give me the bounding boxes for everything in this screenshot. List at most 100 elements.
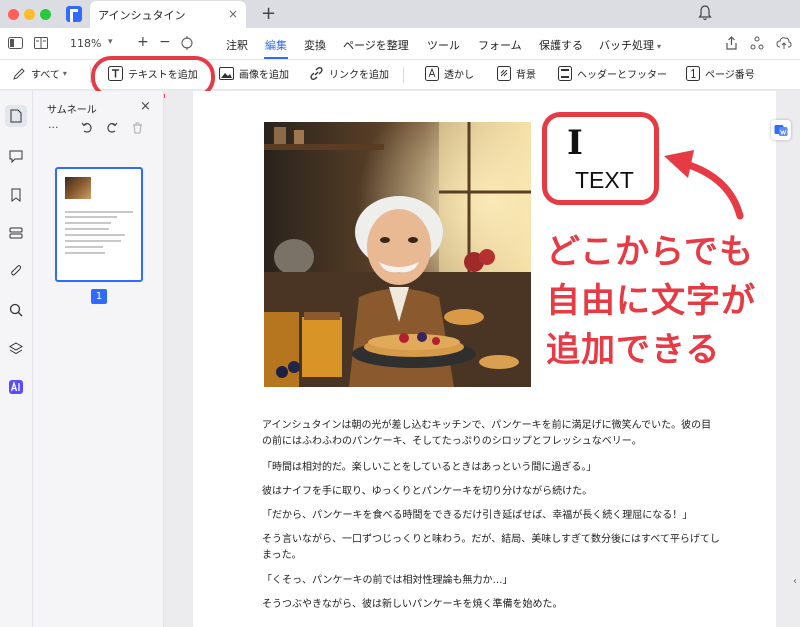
paragraph-line-3[interactable]: 「時間は相対的だ。楽しいことをしているときはあっという間に過ぎる。」 — [262, 460, 717, 476]
select-all-button[interactable]: すべて ▾ — [12, 66, 67, 81]
ai-icon — [9, 380, 23, 394]
paragraph-line-7[interactable]: まった。 — [262, 548, 717, 564]
menu-organize-pages[interactable]: ページを整理 — [343, 37, 409, 53]
watermark-button[interactable]: 透かし — [425, 66, 474, 81]
comments-tab[interactable] — [5, 145, 27, 167]
menu-batch[interactable]: バッチ処理 ▾ — [599, 37, 661, 53]
page-number-badge: 1 — [91, 289, 107, 304]
comment-icon — [9, 150, 23, 163]
document-tab[interactable]: アインシュタイン × — [90, 1, 246, 28]
bell-icon[interactable] — [698, 5, 712, 21]
chevron-down-icon: ▾ — [657, 42, 662, 51]
page-number-icon — [686, 66, 700, 81]
thumbnail-text-line — [65, 246, 103, 248]
paragraph-line-8[interactable]: 「くそっ、パンケーキの前では相対性理論も無力か…」 — [262, 573, 717, 589]
add-link-button[interactable]: リンクを追加 — [309, 66, 389, 81]
cloud-upload-icon[interactable] — [776, 36, 792, 50]
tab-close-icon[interactable]: × — [228, 7, 238, 21]
watermark-icon — [425, 66, 439, 81]
thumbnail-text-line — [65, 240, 121, 242]
thumbnail-text-line — [65, 252, 105, 254]
minimize-window-button[interactable] — [24, 9, 35, 20]
header-footer-label: ヘッダーとフッター — [577, 70, 667, 81]
fields-tab[interactable] — [5, 222, 27, 244]
document-tab-label: アインシュタイン — [98, 8, 186, 22]
active-menu-indicator — [264, 57, 288, 59]
paragraph-line-6[interactable]: そう言いながら、一口ずつじっくりと味わう。だが、結局、美味しすぎて数分後にはすべ… — [262, 532, 720, 548]
einstein-pancake-photo[interactable] — [264, 122, 531, 387]
header-footer-button[interactable]: ヘッダーとフッター — [558, 66, 667, 81]
callout-arrow-icon — [664, 150, 744, 220]
menu-edit[interactable]: 編集 — [265, 37, 287, 53]
link-icon — [310, 67, 323, 80]
page-icon — [10, 109, 22, 123]
zoom-window-button[interactable] — [40, 9, 51, 20]
add-link-label: リンクを追加 — [329, 70, 389, 81]
app-logo-icon — [66, 6, 82, 22]
translate-glyph-icon — [774, 125, 788, 136]
zoom-out-button[interactable]: − — [159, 34, 171, 50]
menu-protect[interactable]: 保護する — [539, 37, 583, 53]
sidebar-toggle-icon[interactable] — [8, 37, 23, 49]
toolbar-divider — [403, 67, 404, 83]
thumbnail-panel: サムネール × ··· 1 — [33, 91, 164, 627]
thumbnail-text-line — [65, 216, 117, 218]
left-icon-rail — [0, 91, 33, 627]
menu-tools[interactable]: ツール — [427, 37, 460, 53]
add-image-button[interactable]: 画像を追加 — [219, 66, 289, 81]
paragraph-line-1[interactable]: アインシュタインは朝の光が差し込むキッチンで、パンケーキを前に満足げに微笑んでい… — [262, 418, 717, 434]
page-view-icon[interactable] — [34, 37, 48, 49]
page-thumbnail[interactable] — [55, 167, 143, 282]
page-number-button[interactable]: ページ番号 — [686, 66, 755, 81]
background-label: 背景 — [516, 70, 536, 81]
add-image-label: 画像を追加 — [239, 70, 289, 81]
attachments-tab[interactable] — [5, 260, 27, 282]
thumbnail-text-line — [65, 228, 109, 230]
paragraph-line-2[interactable]: の前にはふわふわのパンケーキ、そしてたっぷりのシロップとフレッシュなベリー。 — [262, 434, 717, 450]
close-icon[interactable]: × — [140, 99, 151, 114]
chevron-down-icon: ▾ — [62, 69, 67, 78]
text-cursor-icon: I — [567, 123, 583, 163]
thumbnails-tab[interactable] — [5, 105, 27, 127]
callout-line-3: 追加できる — [546, 330, 721, 370]
header-footer-icon — [558, 66, 572, 81]
collaborate-icon[interactable] — [750, 36, 764, 50]
layers-tab[interactable] — [5, 338, 27, 360]
menu-forms[interactable]: フォーム — [478, 37, 522, 53]
rotate-right-icon[interactable] — [106, 122, 118, 134]
background-button[interactable]: 背景 — [497, 66, 536, 81]
menu-batch-label: バッチ処理 — [599, 39, 654, 52]
search-icon — [9, 303, 23, 317]
search-tab[interactable] — [5, 299, 27, 321]
thumbnail-image — [65, 177, 91, 199]
callout-line-1: どこからでも — [546, 232, 754, 272]
thumbnail-panel-title: サムネール — [47, 105, 97, 116]
zoom-in-button[interactable]: + — [137, 34, 149, 50]
paragraph-line-5[interactable]: 「だから、パンケーキを食べる時間をできるだけ引き延ばせば、幸福が長く続く理屈にな… — [262, 508, 717, 524]
bookmarks-tab[interactable] — [5, 184, 27, 206]
rotate-left-icon[interactable] — [81, 122, 93, 134]
close-window-button[interactable] — [8, 9, 19, 20]
fit-page-icon[interactable] — [180, 36, 194, 50]
more-options-icon[interactable]: ··· — [48, 121, 59, 134]
paragraph-line-9[interactable]: そうつぶやきながら、彼は新しいパンケーキを焼く準備を始めた。 — [262, 597, 717, 613]
trash-icon[interactable] — [132, 122, 143, 134]
thumbnail-text-line — [65, 234, 125, 236]
zoom-level[interactable]: 118% — [70, 37, 101, 50]
image-icon — [219, 67, 234, 80]
share-icon[interactable] — [725, 36, 738, 50]
ai-assistant-tab[interactable] — [5, 376, 27, 398]
translate-icon[interactable] — [771, 120, 791, 140]
pencil-icon — [13, 67, 25, 80]
page-number-label: ページ番号 — [705, 70, 755, 81]
new-tab-button[interactable]: + — [261, 3, 276, 24]
panel-collapse-icon[interactable]: ‹ — [793, 576, 797, 587]
paragraph-line-4[interactable]: 彼はナイフを手に取り、ゆっくりとパンケーキを切り分けながら続けた。 — [262, 484, 717, 500]
thumbnail-text-line — [65, 211, 133, 213]
title-bar: アインシュタイン × + — [0, 0, 800, 28]
select-all-label: すべて — [31, 70, 60, 81]
menu-convert[interactable]: 変換 — [304, 37, 326, 53]
menu-annotate[interactable]: 注釈 — [226, 37, 248, 53]
zoom-dropdown-icon[interactable]: ▾ — [108, 37, 113, 47]
layers-list-icon — [9, 227, 23, 239]
